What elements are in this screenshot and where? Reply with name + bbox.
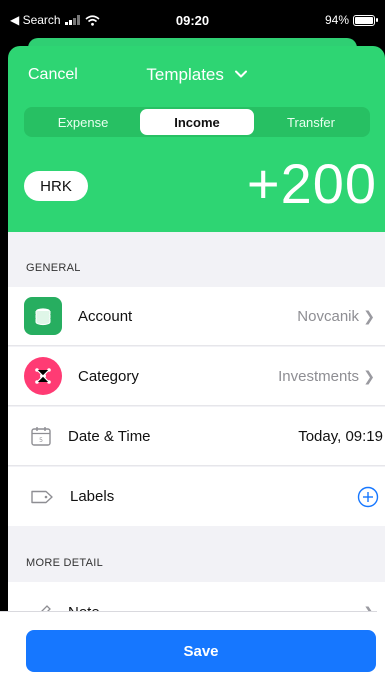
datetime-row[interactable]: 5 Date & Time Today, 09:19 xyxy=(8,407,385,466)
labels-label: Labels xyxy=(70,488,115,505)
battery-icon xyxy=(353,14,378,26)
section-more-title: MORE DETAIL xyxy=(26,557,104,569)
page-title: Templates xyxy=(146,65,224,84)
tag-icon xyxy=(31,490,53,503)
category-label: Category xyxy=(78,367,139,385)
section-general-title: GENERAL xyxy=(26,262,81,274)
datetime-value: Today, 09:19 xyxy=(298,427,383,445)
category-row[interactable]: Category Investments ❯ xyxy=(8,347,385,406)
network-icon xyxy=(24,357,62,395)
tab-income[interactable]: Income xyxy=(140,109,254,135)
tab-transfer[interactable]: Transfer xyxy=(254,109,368,135)
svg-text:5: 5 xyxy=(39,437,43,444)
labels-row[interactable]: Labels xyxy=(8,467,385,526)
chevron-right-icon: ❯ xyxy=(363,367,375,384)
save-button[interactable]: Save xyxy=(26,630,376,672)
chevron-down-icon xyxy=(234,70,247,78)
status-right: 94% xyxy=(324,13,378,27)
record-header: Cancel Templates Expense Income Transfer… xyxy=(8,46,385,232)
currency-button[interactable]: HRK xyxy=(24,171,88,201)
type-segmented-control: Expense Income Transfer xyxy=(24,107,370,137)
calendar-icon: 5 xyxy=(31,427,51,446)
account-value: Novcanik xyxy=(297,307,359,325)
coins-icon xyxy=(24,297,62,335)
battery-percent: 94% xyxy=(324,13,349,27)
chevron-right-icon: ❯ xyxy=(363,307,375,324)
datetime-label: Date & Time xyxy=(68,427,151,445)
category-value: Investments xyxy=(278,367,359,385)
templates-dropdown[interactable]: Templates xyxy=(8,65,385,85)
account-row[interactable]: Account Novcanik ❯ xyxy=(8,287,385,346)
add-label-icon[interactable] xyxy=(357,486,379,508)
save-bar: Save xyxy=(0,612,385,687)
amount-value[interactable]: +200 xyxy=(247,154,377,214)
account-label: Account xyxy=(78,307,133,325)
status-bar: ◀ Search 09:20 94% xyxy=(0,0,385,36)
tab-expense[interactable]: Expense xyxy=(26,109,140,135)
